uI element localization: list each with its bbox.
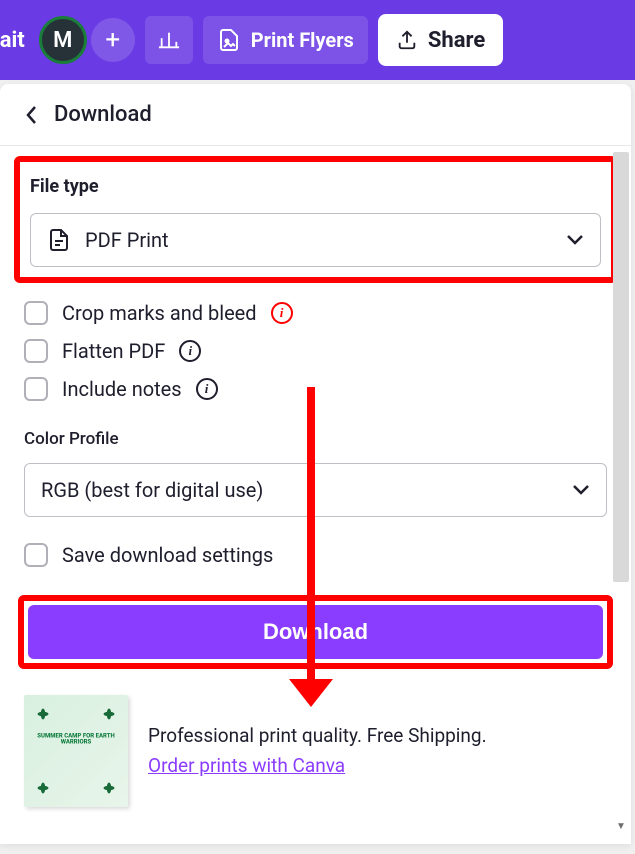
- info-icon[interactable]: i: [196, 378, 218, 400]
- scrollbar-thumb[interactable]: [613, 152, 629, 582]
- chevron-left-icon: [24, 105, 40, 125]
- promo-thumb-text: SUMMER CAMP FOR EARTH WARRIORS: [34, 733, 117, 746]
- avatar[interactable]: M: [39, 16, 87, 64]
- save-settings-checkbox-row[interactable]: Save download settings: [24, 543, 607, 567]
- info-icon[interactable]: i: [179, 340, 201, 362]
- bar-chart-icon: [158, 29, 180, 51]
- share-button[interactable]: Share: [378, 14, 503, 66]
- print-flyers-button[interactable]: Print Flyers: [203, 16, 368, 64]
- promo-text: Professional print quality. Free Shippin…: [148, 721, 487, 782]
- file-type-value: PDF Print: [85, 228, 169, 252]
- document-name-truncated: rait: [0, 28, 25, 53]
- chevron-down-icon: [566, 234, 584, 246]
- upload-icon: [396, 29, 418, 51]
- panel-header: Download: [0, 84, 631, 146]
- promo-row: SUMMER CAMP FOR EARTH WARRIORS Professio…: [24, 695, 607, 807]
- download-button[interactable]: Download: [28, 605, 603, 659]
- panel-title: Download: [54, 102, 152, 127]
- checkbox-icon: [24, 301, 48, 325]
- scrollbar-down-arrow[interactable]: ▼: [613, 818, 629, 834]
- annotation-highlight-filetype: File type PDF Print: [14, 156, 617, 283]
- panel-scroll-area: ▼ File type PDF Print Crop marks and ble…: [0, 146, 631, 840]
- add-collaborator-button[interactable]: +: [91, 18, 135, 62]
- order-prints-link[interactable]: Order prints with Canva: [148, 754, 345, 777]
- file-icon: [47, 228, 71, 252]
- color-profile-label: Color Profile: [24, 429, 607, 449]
- file-type-label: File type: [30, 176, 601, 197]
- file-type-select[interactable]: PDF Print: [30, 213, 601, 267]
- color-profile-select[interactable]: RGB (best for digital use): [24, 463, 607, 517]
- print-flyers-label: Print Flyers: [251, 28, 354, 52]
- back-button[interactable]: [24, 105, 40, 125]
- checkbox-icon: [24, 339, 48, 363]
- info-icon[interactable]: i: [271, 302, 293, 324]
- flatten-pdf-label: Flatten PDF: [62, 339, 165, 363]
- promo-line1: Professional print quality. Free Shippin…: [148, 724, 487, 747]
- flatten-pdf-checkbox-row[interactable]: Flatten PDF i: [24, 339, 607, 363]
- share-label: Share: [428, 28, 485, 53]
- include-notes-label: Include notes: [62, 377, 182, 401]
- analytics-button[interactable]: [145, 16, 193, 64]
- crop-marks-checkbox-row[interactable]: Crop marks and bleed i: [24, 301, 607, 325]
- avatar-initial: M: [53, 28, 72, 53]
- chevron-down-icon: [572, 484, 590, 496]
- checkbox-icon: [24, 543, 48, 567]
- top-toolbar: rait M + Print Flyers Share: [0, 0, 635, 80]
- plus-icon: +: [105, 25, 120, 55]
- promo-thumbnail: SUMMER CAMP FOR EARTH WARRIORS: [24, 695, 128, 807]
- color-profile-value: RGB (best for digital use): [41, 478, 263, 502]
- checkbox-icon: [24, 377, 48, 401]
- save-settings-label: Save download settings: [62, 543, 273, 567]
- download-panel: Download ▼ File type PDF Print Crop mark…: [0, 84, 631, 844]
- annotation-highlight-download: Download: [18, 595, 613, 669]
- include-notes-checkbox-row[interactable]: Include notes i: [24, 377, 607, 401]
- crop-marks-label: Crop marks and bleed: [62, 301, 257, 325]
- annotation-arrow: [307, 387, 315, 685]
- print-image-icon: [217, 28, 241, 52]
